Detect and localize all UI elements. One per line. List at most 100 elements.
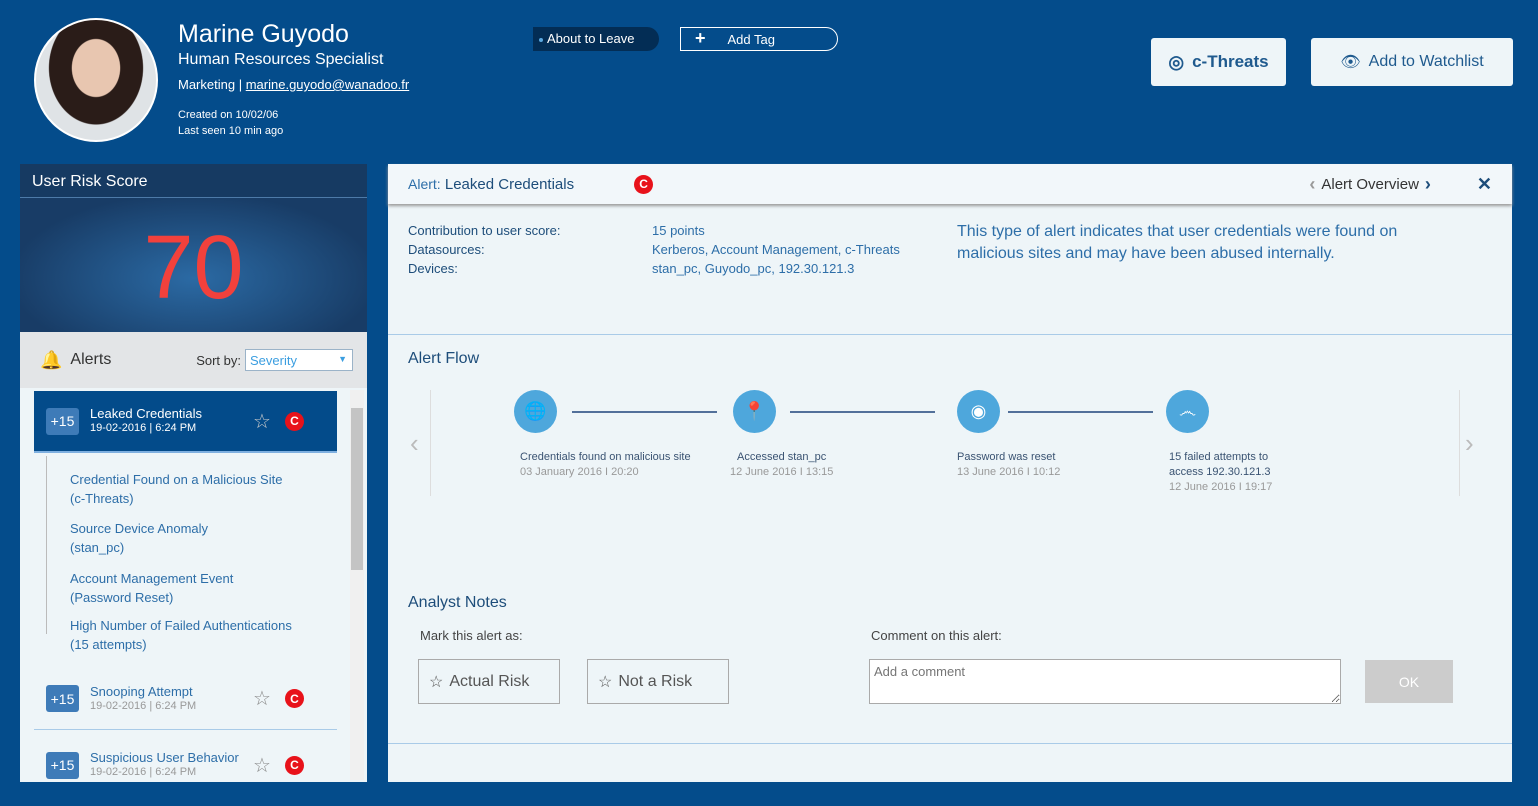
flow-step-date: 13 June 2016 I 10:12 — [957, 466, 1061, 478]
contribution-label: Contribution to user score: — [408, 223, 561, 238]
alert-item-leaked-credentials[interactable]: +15 Leaked Credentials 19-02-2016 | 6:24 … — [34, 391, 337, 453]
sub-alert-line2: (c-Threats) — [70, 491, 134, 506]
alerts-header: 🔔 Alerts Sort by: Severity ▼ — [20, 332, 367, 388]
status-tag[interactable]: About to Leave — [533, 27, 659, 51]
globe-icon: 🌐 — [514, 390, 557, 433]
eye-icon: 👁 — [1340, 54, 1361, 71]
chevron-left-icon[interactable]: ‹ — [1309, 174, 1315, 195]
alert-flow-title: Alert Flow — [408, 350, 480, 367]
flow-connector — [1008, 411, 1153, 413]
status-tag-label: About to Leave — [547, 31, 635, 46]
alert-name: Suspicious User Behavior — [90, 750, 239, 765]
user-email-link[interactable]: marine.guyodo@wanadoo.fr — [246, 77, 410, 92]
sub-alert-line1: Credential Found on a Malicious Site — [70, 472, 283, 487]
cthreats-label: c-Threats — [1192, 52, 1269, 71]
user-avatar — [34, 18, 158, 142]
actual-risk-label: Actual Risk — [449, 672, 530, 690]
chevron-right-icon[interactable]: › — [1425, 174, 1431, 195]
flow-step-date: 12 June 2016 I 13:15 — [730, 466, 834, 478]
not-a-risk-label: Not a Risk — [618, 672, 693, 690]
comment-label: Comment on this alert: — [871, 628, 1002, 643]
comment-input[interactable] — [869, 659, 1341, 704]
flow-step: Credentials found on malicious site 03 Ja… — [520, 450, 691, 480]
flow-step-label: Password was reset — [957, 451, 1056, 463]
alert-name: Snooping Attempt — [90, 683, 193, 699]
sub-alert[interactable]: High Number of Failed Authentications (15… — [70, 616, 292, 654]
flow-connector — [790, 411, 935, 413]
flow-step-date: 12 June 2016 I 19:17 — [1169, 481, 1273, 493]
divider — [1459, 390, 1460, 496]
divider — [430, 390, 431, 496]
tree-line — [46, 456, 47, 634]
points-badge: +15 — [46, 685, 79, 712]
devices-value: stan_pc, Guyodo_pc, 192.30.121.3 — [652, 261, 855, 276]
scrollbar[interactable] — [350, 390, 364, 780]
star-icon[interactable]: ☆ — [253, 686, 271, 711]
add-tag-button[interactable]: + Add Tag — [680, 27, 838, 51]
close-icon[interactable]: ✕ — [1477, 174, 1492, 195]
target-icon: ◎ — [1168, 51, 1185, 72]
analyst-notes-title: Analyst Notes — [408, 594, 507, 611]
severity-badge: C — [634, 174, 654, 194]
ok-button[interactable]: OK — [1365, 660, 1453, 703]
plus-icon: + — [695, 28, 706, 48]
user-department: Marketing — [178, 77, 236, 92]
sort-value: Severity — [250, 353, 297, 368]
created-date: Created on 10/02/06 — [178, 109, 279, 121]
user-title: Human Resources Specialist — [178, 51, 384, 68]
caret-down-icon: ▼ — [338, 354, 347, 364]
sub-alert[interactable]: Account Management Event (Password Reset) — [70, 569, 233, 607]
location-pin-icon: 📍 — [733, 390, 776, 433]
alert-overview-label: Alert Overview — [1321, 175, 1419, 193]
not-a-risk-button[interactable]: ☆ Not a Risk — [587, 659, 729, 704]
cthreats-button[interactable]: ◎ c-Threats — [1151, 38, 1286, 86]
left-panel: User Risk Score 70 🔔 Alerts Sort by: Sev… — [20, 164, 367, 782]
sub-alert-line2: (Password Reset) — [70, 590, 174, 605]
flow-step: Accessed stan_pc 12 June 2016 I 13:15 — [730, 450, 833, 480]
star-icon[interactable]: ☆ — [253, 753, 271, 778]
mark-alert-label: Mark this alert as: — [420, 628, 523, 643]
datasources-label: Datasources: — [408, 242, 485, 257]
flow-prev-arrow[interactable]: ‹ — [410, 428, 419, 459]
sub-alert-line1: Source Device Anomaly — [70, 521, 209, 536]
sub-alert-line2: (15 attempts) — [70, 637, 147, 652]
flow-step-label: 15 failed attempts to access 192.30.121.… — [1169, 451, 1271, 478]
divider — [388, 743, 1512, 744]
star-icon[interactable]: ☆ — [253, 409, 271, 434]
flow-connector — [572, 411, 717, 413]
add-tag-label: Add Tag — [727, 32, 775, 47]
flow-step-date: 03 January 2016 I 20:20 — [520, 466, 639, 478]
flow-step-label: Accessed stan_pc — [737, 451, 827, 463]
sub-alert[interactable]: Source Device Anomaly (stan_pc) — [70, 519, 208, 557]
alert-prefix: Alert: — [408, 176, 441, 192]
devices-label: Devices: — [408, 261, 458, 276]
alert-header: Alert: Leaked Credentials C ‹ Alert Over… — [388, 164, 1512, 204]
datasources-value: Kerberos, Account Management, c-Threats — [652, 242, 900, 257]
alert-description: This type of alert indicates that user c… — [957, 223, 1398, 262]
sort-label: Sort by: — [196, 352, 241, 368]
add-to-watchlist-button[interactable]: 👁 Add to Watchlist — [1311, 38, 1513, 86]
sub-alert-line2: (stan_pc) — [70, 540, 125, 555]
alert-name: Leaked Credentials — [90, 406, 203, 421]
contribution-value: 15 points — [652, 223, 705, 238]
actual-risk-button[interactable]: ☆ Actual Risk — [418, 659, 560, 704]
watchlist-label: Add to Watchlist — [1368, 53, 1484, 70]
points-badge: +15 — [46, 407, 79, 435]
alert-date: 19-02-2016 | 6:24 PM — [90, 699, 197, 712]
flow-next-arrow[interactable]: › — [1465, 428, 1474, 459]
risk-score-title: User Risk Score — [20, 164, 367, 198]
user-name: Marine Guyodo — [178, 20, 349, 48]
signal-icon: ◉ — [957, 390, 1000, 433]
alert-date: 19-02-2016 | 6:24 PM — [90, 766, 197, 778]
sub-alert-line1: Account Management Event — [70, 571, 234, 586]
star-icon: ☆ — [598, 673, 613, 691]
alert-item-snooping-attempt[interactable]: +15 Snooping Attempt 19-02-2016 | 6:24 PM… — [34, 668, 337, 730]
scrollbar-thumb[interactable] — [351, 408, 363, 570]
alert-item-suspicious-user-behavior[interactable]: +15 Suspicious User Behavior 19-02-2016 |… — [34, 734, 337, 796]
flow-step-label: Credentials found on malicious site — [520, 451, 691, 463]
sub-alert[interactable]: Credential Found on a Malicious Site (c-T… — [70, 470, 282, 508]
points-badge: +15 — [46, 751, 79, 779]
sort-select[interactable]: Severity ▼ — [245, 349, 353, 371]
user-department-line: Marketing | marine.guyodo@wanadoo.fr — [178, 77, 409, 92]
severity-badge: C — [284, 755, 304, 775]
